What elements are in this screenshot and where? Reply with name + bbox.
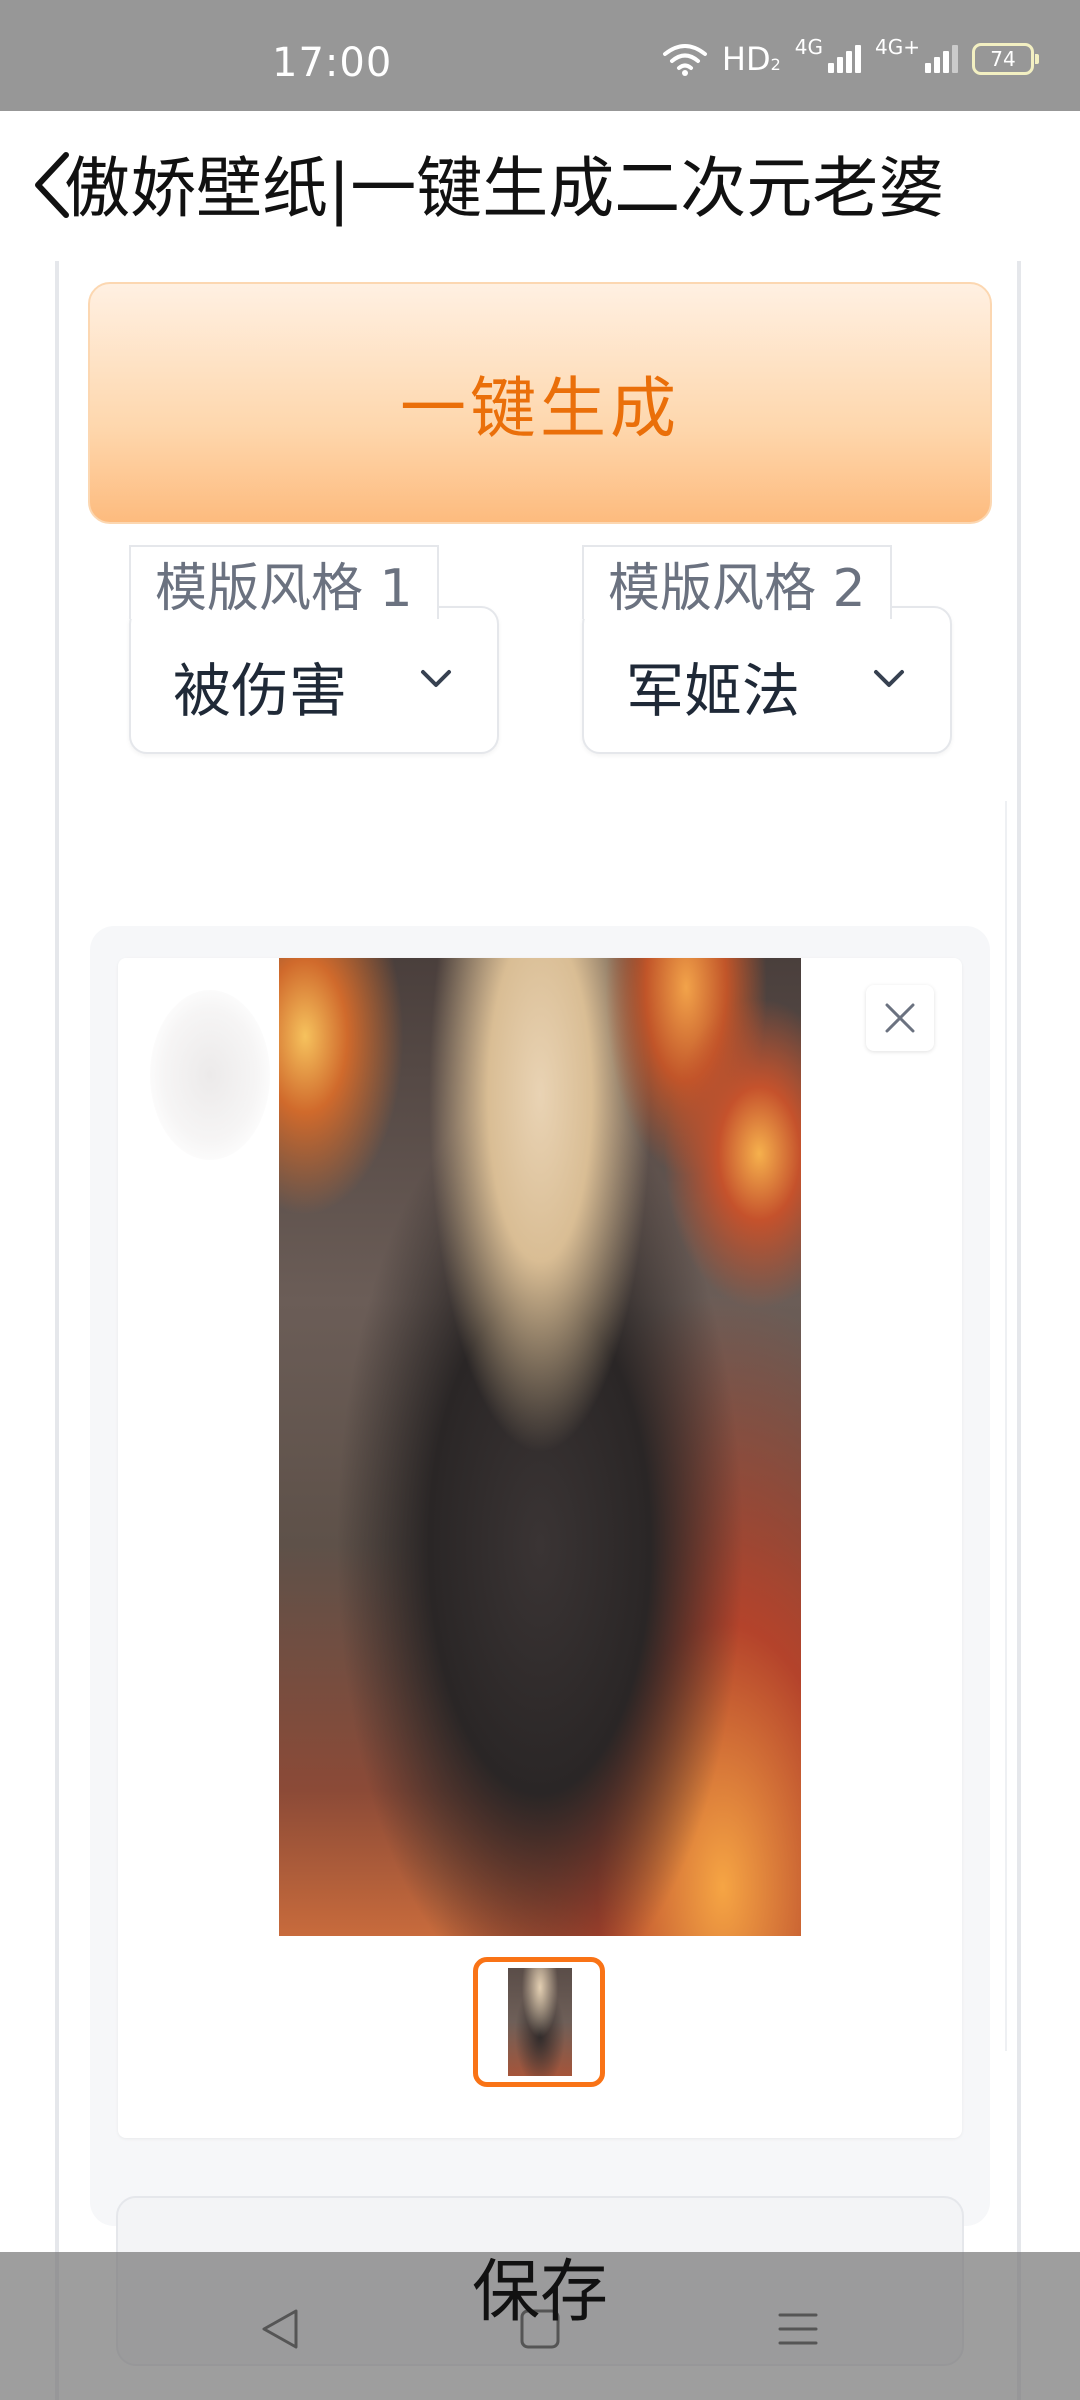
close-icon <box>885 1003 915 1033</box>
style-dropdown-1-label: 模版风格 1 <box>129 545 439 619</box>
sim2-label: 4G+ <box>875 35 920 59</box>
wifi-icon <box>662 44 707 76</box>
style-dropdown-1[interactable]: 被伤害 <box>129 606 499 754</box>
hd-badge: HD2 <box>722 40 781 78</box>
save-button-label: 保存 <box>471 2253 608 2332</box>
signal-sim2-icon: 4G+ <box>875 35 958 73</box>
status-time: 17:00 <box>272 40 393 86</box>
status-bar: 17:00 HD2 4G 4G+ 74 <box>0 0 1080 111</box>
battery-icon: 74 <box>972 43 1039 75</box>
style-dropdown-2[interactable]: 军姬法 <box>582 606 952 754</box>
style-dropdown-2-value: 军姬法 <box>626 657 801 725</box>
chevron-down-icon <box>421 670 451 687</box>
chevron-down-icon <box>874 670 904 687</box>
signal-sim1-icon: 4G <box>795 35 862 73</box>
scrollbar-track[interactable] <box>1005 801 1017 2051</box>
blurred-preview <box>150 990 270 1160</box>
title-bar: 傲娇壁纸|一键生成二次元老婆 <box>0 111 1080 261</box>
thumbnail-image <box>508 1968 572 2076</box>
battery-level: 74 <box>990 47 1016 71</box>
hd-sub: 2 <box>770 55 781 74</box>
style-dropdown-2-label: 模版风格 2 <box>582 545 892 619</box>
thumbnail-selected[interactable] <box>473 1957 605 2087</box>
style-dropdown-1-value: 被伤害 <box>173 657 348 725</box>
close-button[interactable] <box>866 985 934 1051</box>
generate-button[interactable]: 一键生成 <box>88 282 992 524</box>
status-icons: HD2 4G 4G+ 74 <box>662 35 1039 78</box>
sim1-label: 4G <box>794 35 824 59</box>
generated-image[interactable] <box>279 958 801 1936</box>
hd-label: HD <box>721 40 771 78</box>
page-title: 傲娇壁纸|一键生成二次元老婆 <box>64 150 945 227</box>
